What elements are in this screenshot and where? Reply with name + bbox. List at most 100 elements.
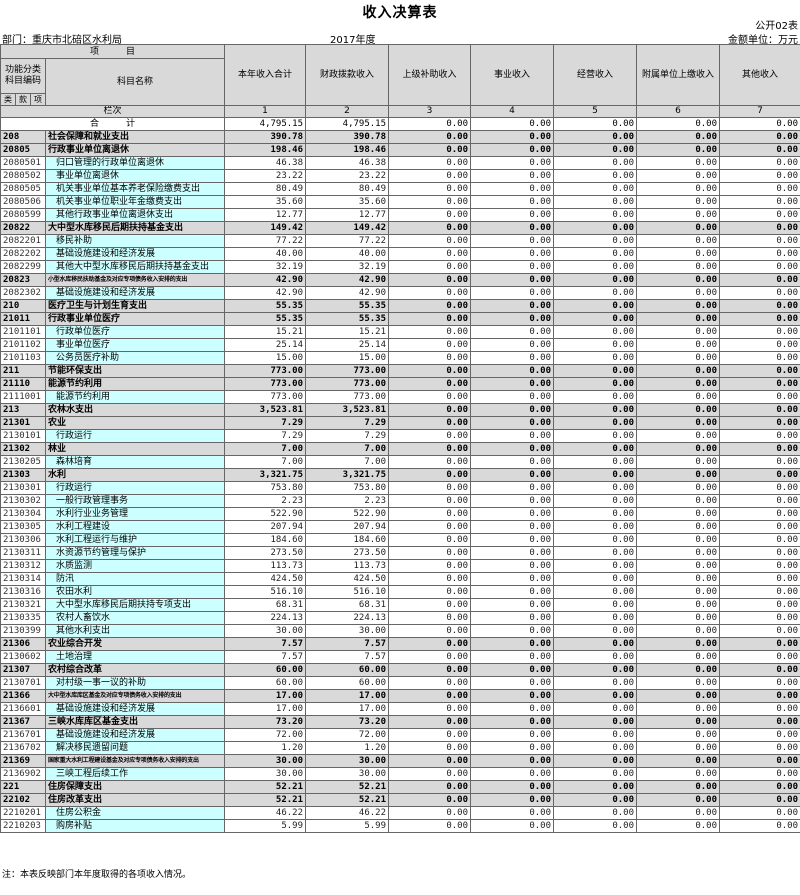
amount-cell: 0.00 (636, 520, 721, 534)
subject-code: 2101102 (0, 338, 46, 352)
amount-cell: 0.00 (470, 364, 555, 378)
subject-code: 2130101 (0, 429, 46, 443)
amount-cell: 77.22 (305, 234, 390, 248)
subject-name: 大中型水库移民后期扶持专项支出 (44, 598, 226, 612)
amount-cell: 516.10 (305, 585, 390, 599)
amount-cell: 7.29 (305, 429, 390, 443)
subject-name: 行政事业单位医疗 (44, 312, 226, 326)
amount-cell: 0.00 (470, 208, 555, 222)
amount-cell: 0.00 (388, 130, 472, 144)
amount-cell: 773.00 (305, 364, 390, 378)
amount-cell: 17.00 (305, 689, 390, 703)
amount-cell: 80.49 (305, 182, 390, 196)
subject-name: 农业综合开发 (44, 637, 226, 651)
amount-cell: 0.00 (470, 702, 555, 716)
amount-cell: 0.00 (719, 481, 800, 495)
subject-name: 解决移民遗留问题 (44, 741, 226, 755)
amount-cell: 0.00 (553, 247, 638, 261)
amount-cell: 0.00 (553, 546, 638, 560)
amount-cell: 224.13 (224, 611, 307, 625)
amount-cell: 40.00 (305, 247, 390, 261)
subject-name: 能源节约利用 (44, 390, 226, 404)
amount-cell: 0.00 (636, 351, 721, 365)
amount-cell: 0.00 (470, 507, 555, 521)
subject-name: 公务员医疗补助 (44, 351, 226, 365)
amount-cell: 0.00 (636, 624, 721, 638)
amount-cell: 0.00 (636, 793, 721, 807)
amount-cell: 0.00 (719, 585, 800, 599)
amount-cell: 0.00 (553, 481, 638, 495)
amount-cell: 0.00 (553, 403, 638, 417)
amount-cell: 0.00 (719, 299, 800, 313)
amount-cell: 0.00 (719, 169, 800, 183)
amount-cell: 0.00 (388, 624, 472, 638)
amount-cell: 0.00 (553, 273, 638, 287)
amount-cell: 73.20 (224, 715, 307, 729)
header-col-3: 上级补助收入 (388, 44, 472, 106)
amount-cell: 0.00 (636, 754, 721, 768)
header-item: 项 目 (0, 44, 226, 59)
amount-cell: 149.42 (305, 221, 390, 235)
header-func-code: 功能分类科目编码 (0, 58, 46, 94)
amount-cell: 30.00 (224, 624, 307, 638)
amount-cell: 0.00 (553, 533, 638, 547)
subject-code: 2130335 (0, 611, 46, 625)
footnote: 注：本表反映部门本年度取得的各项收入情况。 (2, 870, 192, 880)
table-row: 2080501 归口管理的行政单位离退休 46.38 46.38 0.00 0.00 0.0… (0, 156, 800, 170)
amount-cell: 0.00 (636, 156, 721, 170)
amount-cell: 0.00 (636, 390, 721, 404)
amount-cell: 0.00 (636, 676, 721, 690)
subject-code: 2080505 (0, 182, 46, 196)
amount-cell: 224.13 (305, 611, 390, 625)
amount-cell: 52.21 (305, 780, 390, 794)
amount-cell: 0.00 (388, 663, 472, 677)
amount-cell: 0.00 (553, 559, 638, 573)
subject-name: 水利工程建设 (44, 520, 226, 534)
amount-cell: 0.00 (636, 572, 721, 586)
subject-name: 基础设施建设和经济发展 (44, 286, 226, 300)
amount-cell: 17.00 (224, 702, 307, 716)
amount-cell: 17.00 (224, 689, 307, 703)
amount-cell: 773.00 (305, 390, 390, 404)
table-row: 2130316 农田水利 516.10 516.10 0.00 0.00 0.00 0.00 0… (0, 585, 800, 599)
header-colnum-6: 6 (636, 105, 721, 118)
amount-cell: 0.00 (636, 611, 721, 625)
amount-cell: 0.00 (470, 416, 555, 430)
amount-cell: 7.57 (305, 637, 390, 651)
amount-cell: 0.00 (388, 234, 472, 248)
amount-cell: 73.20 (305, 715, 390, 729)
amount-cell: 17.00 (305, 702, 390, 716)
amount-cell: 1.20 (224, 741, 307, 755)
subject-code: 2130301 (0, 481, 46, 495)
amount-cell: 0.00 (719, 598, 800, 612)
amount-cell: 0.00 (636, 260, 721, 274)
amount-cell: 60.00 (224, 676, 307, 690)
amount-cell: 0.00 (636, 481, 721, 495)
amount-cell: 7.57 (224, 650, 307, 664)
amount-cell: 25.14 (305, 338, 390, 352)
amount-cell: 0.00 (636, 312, 721, 326)
total-value: 0.00 (470, 117, 555, 131)
amount-cell: 0.00 (719, 520, 800, 534)
amount-cell: 0.00 (553, 754, 638, 768)
subject-name: 移民补助 (44, 234, 226, 248)
amount-cell: 0.00 (553, 611, 638, 625)
subject-code: 2130314 (0, 572, 46, 586)
header-colnum-7: 7 (719, 105, 800, 118)
amount-cell: 0.00 (636, 559, 721, 573)
amount-cell: 0.00 (719, 663, 800, 677)
subject-name: 农田水利 (44, 585, 226, 599)
amount-cell: 0.00 (553, 156, 638, 170)
subject-code: 2130205 (0, 455, 46, 469)
amount-cell: 0.00 (553, 780, 638, 794)
subject-code: 2130305 (0, 520, 46, 534)
subject-code: 2080502 (0, 169, 46, 183)
subject-name: 基础设施建设和经济发展 (44, 728, 226, 742)
amount-cell: 0.00 (719, 715, 800, 729)
amount-cell: 0.00 (470, 156, 555, 170)
subject-name: 防汛 (44, 572, 226, 586)
subject-code: 2130321 (0, 598, 46, 612)
table-row: 2101101 行政单位医疗 15.21 15.21 0.00 0.00 0.00 0.00 0… (0, 325, 800, 339)
amount-cell: 0.00 (388, 403, 472, 417)
amount-cell: 0.00 (636, 585, 721, 599)
